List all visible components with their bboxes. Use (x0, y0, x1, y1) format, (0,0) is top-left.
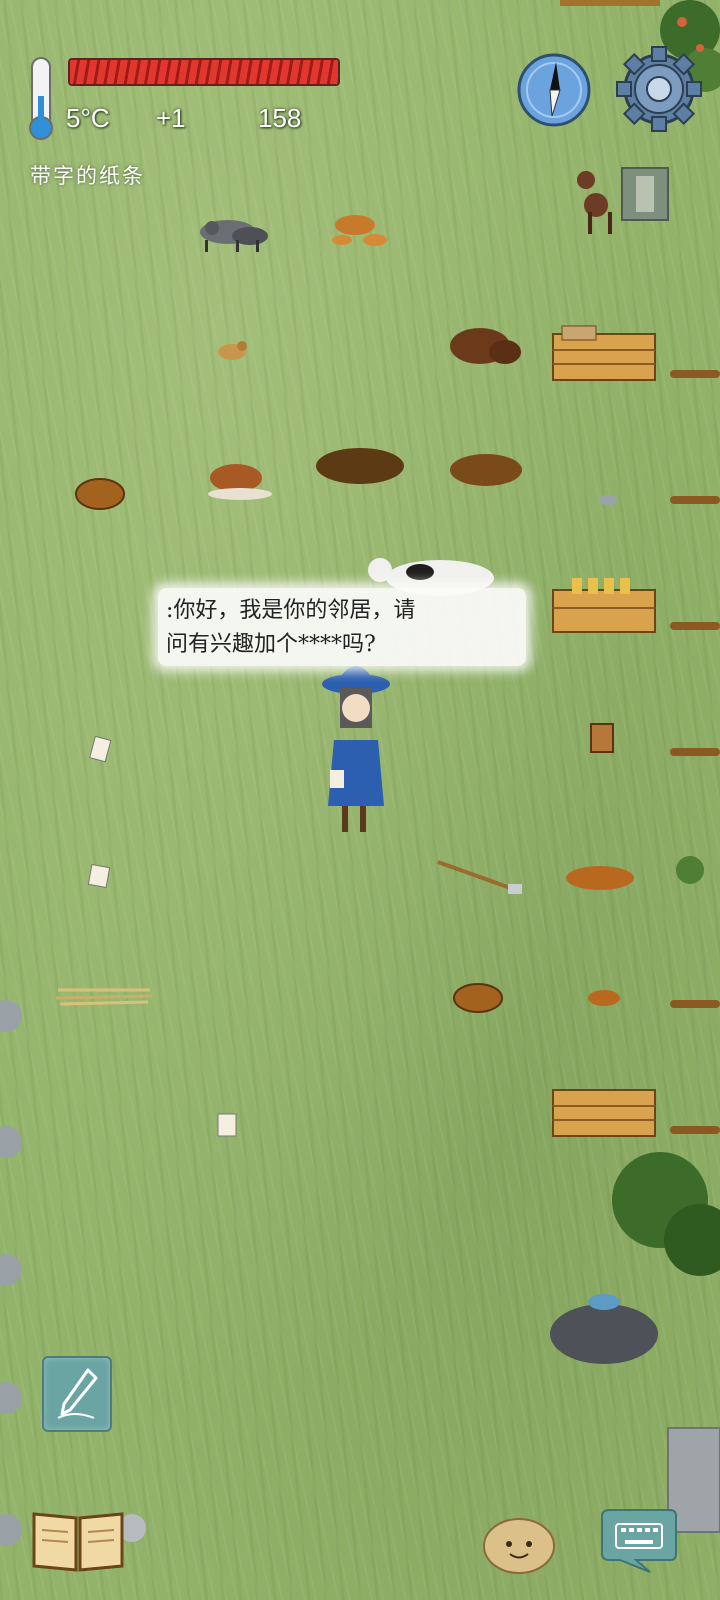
held-item-label: 带字的纸条 (30, 164, 145, 188)
emote-button[interactable] (482, 1514, 556, 1576)
bucket[interactable] (590, 723, 614, 753)
empty-crate[interactable] (552, 1089, 656, 1137)
health-fill (70, 60, 338, 84)
smiley-potato-icon (483, 1518, 555, 1574)
player-character[interactable] (322, 666, 390, 832)
basket-2[interactable] (453, 983, 503, 1013)
corn-crate[interactable] (552, 578, 656, 633)
dogs-resting[interactable] (208, 448, 522, 500)
write-note-button[interactable] (42, 1356, 112, 1432)
stone[interactable] (599, 495, 617, 505)
counter-readout: 158 (258, 103, 302, 133)
book-icon (32, 1512, 124, 1572)
compass-icon[interactable] (516, 52, 592, 128)
boulders-left[interactable] (0, 1000, 146, 1546)
wolf-pack[interactable] (200, 220, 268, 252)
bush[interactable] (612, 856, 720, 1276)
wooden-crate[interactable] (552, 325, 656, 381)
temperature-delta: +1 (156, 103, 186, 133)
basket[interactable] (75, 478, 125, 510)
boars[interactable] (450, 328, 521, 364)
keyboard-icon (601, 1509, 677, 1573)
hoe-tool[interactable] (437, 860, 522, 894)
health-bar (68, 58, 340, 86)
speech-bubble: :你好，我是你的邻居，请 问有兴趣加个****吗? (158, 588, 526, 666)
sticks[interactable] (55, 988, 153, 1006)
speech-line-1: :你好，我是你的邻居，请 (166, 598, 416, 623)
gear-icon[interactable] (616, 46, 702, 132)
pedestal-sign[interactable] (621, 167, 669, 221)
poodle[interactable] (577, 171, 612, 234)
thermometer-icon (26, 56, 56, 142)
dirt-pile[interactable] (566, 866, 634, 1006)
crafting-book-button[interactable] (30, 1508, 126, 1574)
stone-well[interactable] (550, 1294, 658, 1364)
small-creature[interactable] (218, 341, 247, 360)
speech-line-2: 问有兴趣加个****吗? (166, 632, 376, 657)
crate-edge (560, 0, 660, 6)
pig-family[interactable] (332, 215, 387, 246)
pen-icon (57, 1368, 98, 1419)
temperature-readout: 5°C (66, 103, 110, 133)
paper-note[interactable] (87, 735, 237, 1137)
chat-keyboard-button[interactable] (596, 1508, 678, 1574)
log-pile[interactable] (670, 370, 720, 1134)
